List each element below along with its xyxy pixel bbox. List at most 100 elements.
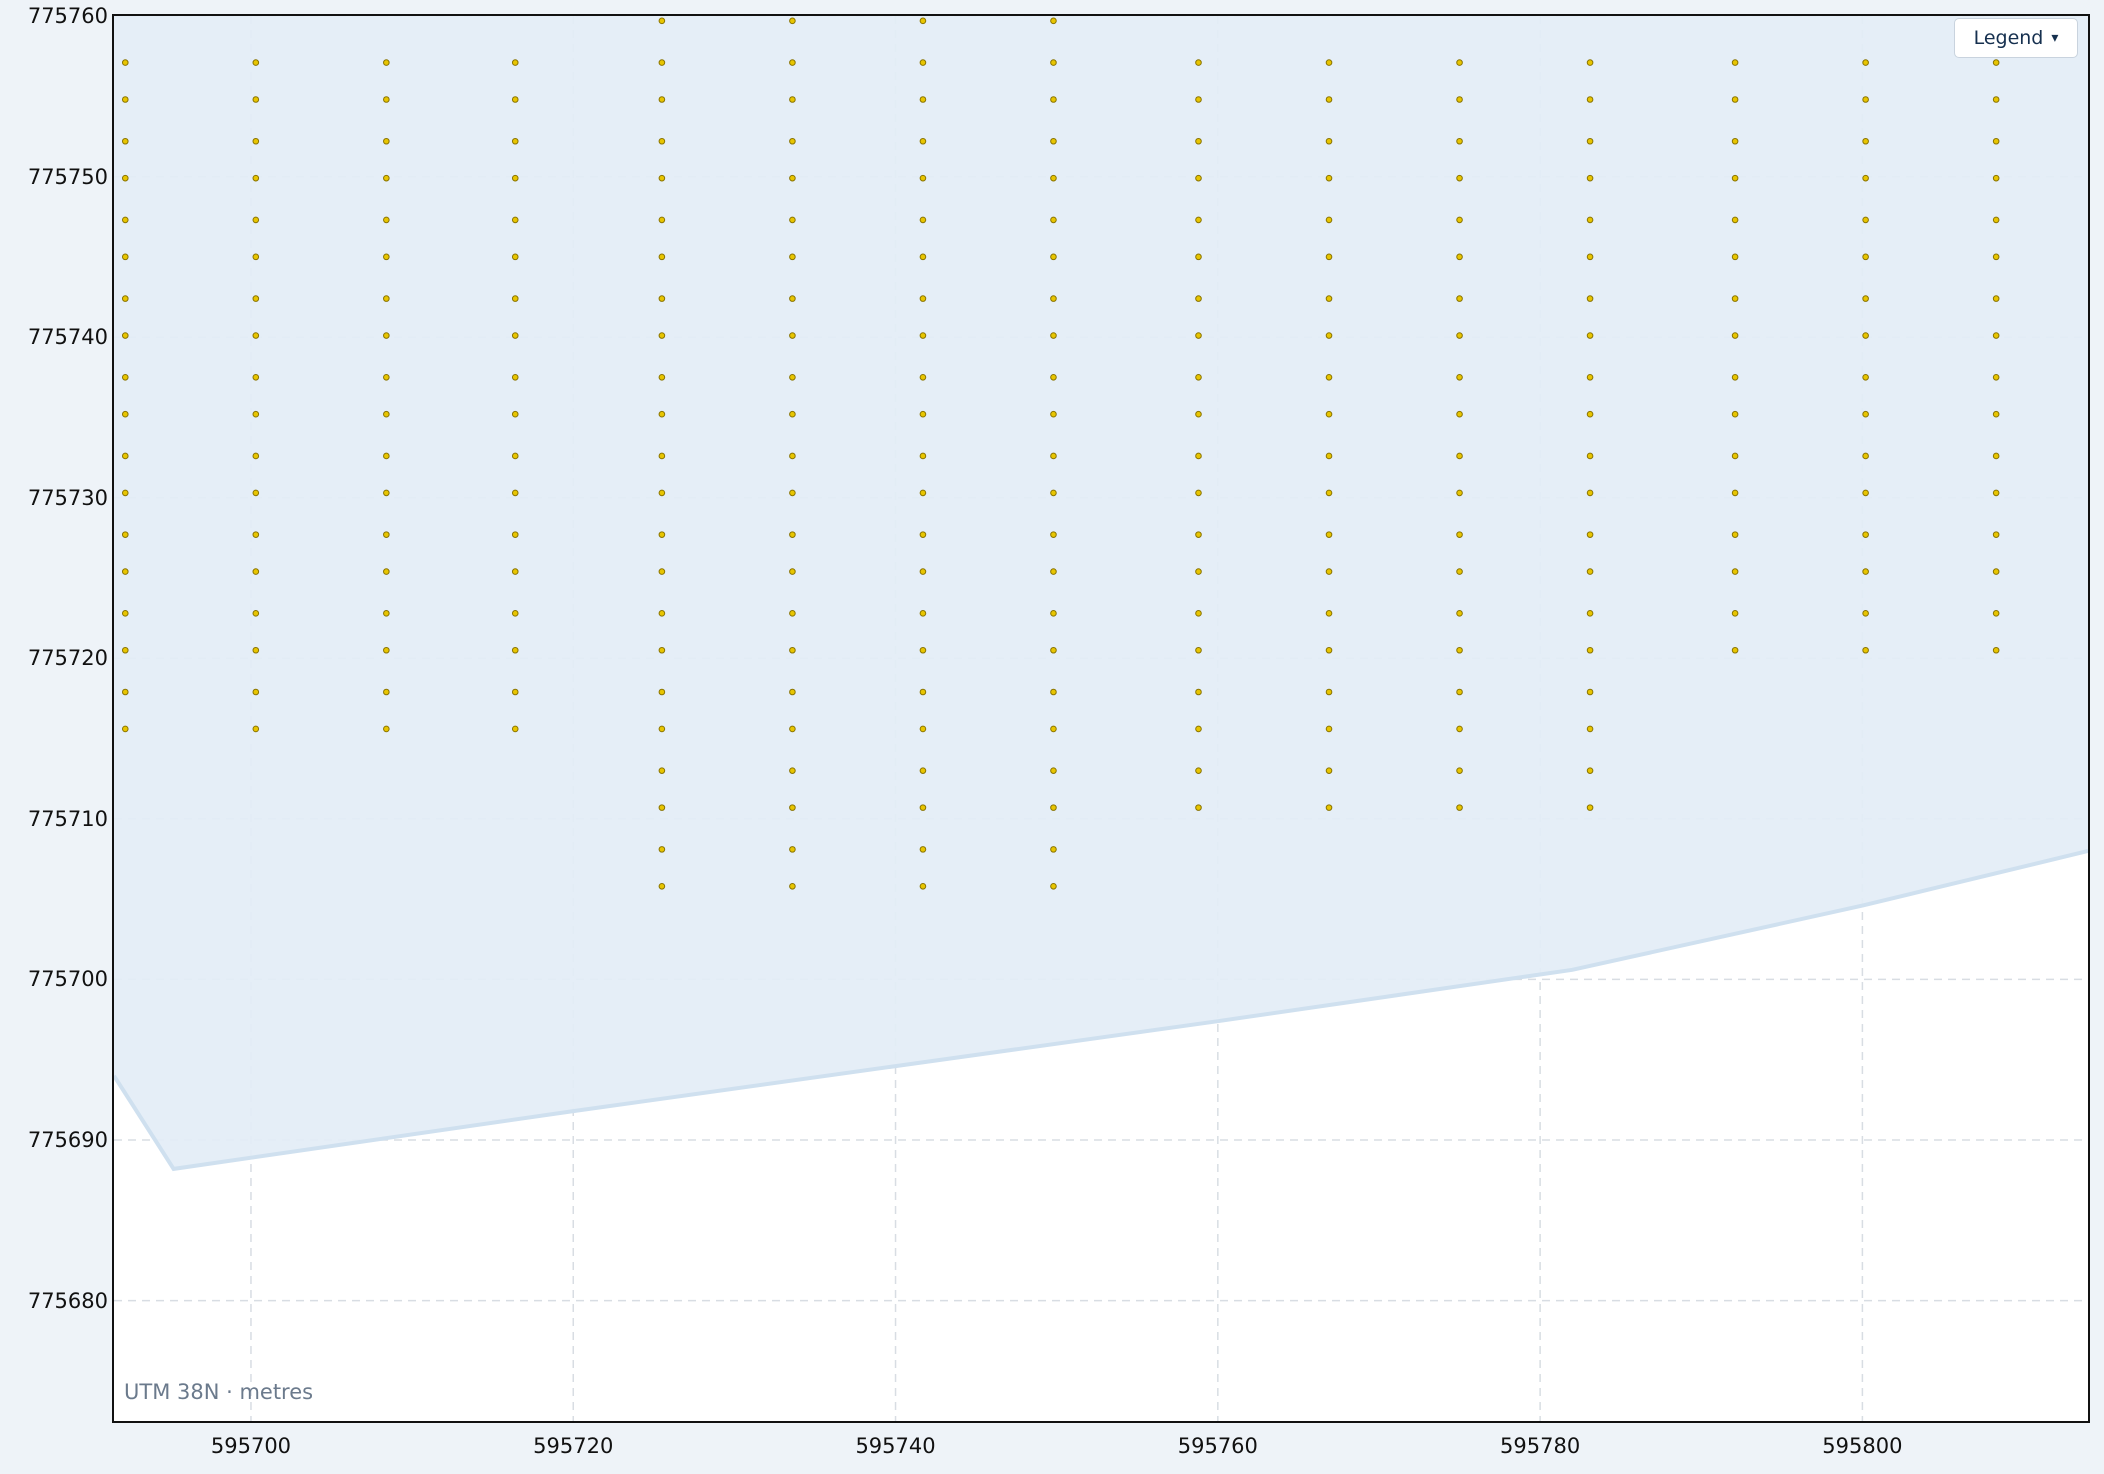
map-plot-area[interactable] <box>112 14 2090 1423</box>
sample-point <box>1992 610 2000 617</box>
sample-point <box>1050 725 1057 733</box>
sample-point <box>1992 531 2000 538</box>
sample-point <box>789 646 796 654</box>
sample-point <box>1992 59 2000 66</box>
x-tick-label: 595800 <box>1822 1434 1903 1458</box>
sample-point <box>919 531 927 538</box>
sample-point <box>121 295 129 302</box>
sample-point <box>1325 531 1333 538</box>
sample-point <box>1862 59 1869 66</box>
sample-point <box>1586 688 1594 696</box>
sample-point <box>121 646 129 654</box>
sample-point <box>121 216 129 224</box>
sample-point <box>121 332 129 339</box>
sample-point <box>1456 216 1463 224</box>
sample-point <box>658 253 666 261</box>
sample-point <box>1731 452 1739 460</box>
sample-point <box>383 568 390 575</box>
sample-point <box>658 59 666 66</box>
sample-point <box>789 59 796 66</box>
sample-point <box>252 96 260 103</box>
sample-point <box>1586 253 1594 261</box>
sample-point <box>658 531 666 538</box>
sample-point <box>1195 332 1202 339</box>
y-tick-label: 775700 <box>27 967 108 992</box>
legend-button[interactable]: Legend ▾ <box>1954 18 2078 58</box>
sample-point <box>1050 610 1057 617</box>
sample-point <box>511 216 519 224</box>
sample-point <box>658 646 666 654</box>
sample-point <box>383 725 390 733</box>
sample-point <box>252 568 260 575</box>
sample-point <box>789 725 796 733</box>
sample-point <box>1325 410 1333 418</box>
sample-point <box>1586 531 1594 538</box>
sample-point <box>1586 489 1594 497</box>
sample-point <box>383 137 390 145</box>
sample-point <box>1456 59 1463 66</box>
sample-point <box>1731 216 1739 224</box>
sample-point <box>511 59 519 66</box>
sample-point <box>1325 295 1333 302</box>
sample-point <box>1195 568 1202 575</box>
sample-point <box>1050 137 1057 145</box>
sample-point <box>252 59 260 66</box>
sample-point <box>383 216 390 224</box>
sample-point <box>1050 882 1057 890</box>
sample-point <box>1992 568 2000 575</box>
sample-point <box>252 646 260 654</box>
sample-point <box>789 568 796 575</box>
sample-point <box>1050 489 1057 497</box>
sample-point <box>919 646 927 654</box>
sample-point <box>1325 725 1333 733</box>
sample-point <box>919 804 927 811</box>
sample-point <box>511 174 519 182</box>
sample-point <box>1862 137 1869 145</box>
sample-point <box>1195 531 1202 538</box>
sample-point <box>658 96 666 103</box>
sample-point <box>1862 489 1869 497</box>
sample-point <box>1050 410 1057 418</box>
sample-point <box>1456 489 1463 497</box>
sample-point <box>1325 646 1333 654</box>
sample-point <box>1992 174 2000 182</box>
sample-point <box>1195 295 1202 302</box>
sample-point <box>919 174 927 182</box>
sample-point <box>1195 489 1202 497</box>
sample-point <box>1586 410 1594 418</box>
sample-point <box>919 59 927 66</box>
sample-point <box>1992 96 2000 103</box>
sample-point <box>658 137 666 145</box>
sample-point <box>1325 216 1333 224</box>
sample-point <box>919 568 927 575</box>
sample-point <box>1586 452 1594 460</box>
sample-point <box>919 410 927 418</box>
sample-point <box>252 295 260 302</box>
sample-point <box>121 725 129 733</box>
sample-point <box>1862 373 1869 381</box>
sample-point <box>1050 253 1057 261</box>
sample-point <box>789 610 796 617</box>
sample-point <box>383 452 390 460</box>
sample-point <box>1195 137 1202 145</box>
sample-point <box>1325 137 1333 145</box>
sample-point <box>1325 96 1333 103</box>
x-tick-label: 595780 <box>1500 1434 1581 1458</box>
survey-area-polygon <box>114 16 2088 1169</box>
sample-point <box>1586 568 1594 575</box>
sample-point <box>1731 137 1739 145</box>
sample-point <box>919 767 927 774</box>
sample-point <box>1731 646 1739 654</box>
sample-point <box>1050 688 1057 696</box>
caret-down-icon: ▾ <box>2051 30 2059 46</box>
sample-point <box>1992 295 2000 302</box>
sample-point <box>919 253 927 261</box>
sample-point <box>252 253 260 261</box>
sample-point <box>1050 646 1057 654</box>
sample-point <box>1731 174 1739 182</box>
sample-point <box>383 373 390 381</box>
sample-point <box>1325 59 1333 66</box>
sample-point <box>1586 59 1594 66</box>
sample-point <box>789 253 796 261</box>
map-canvas[interactable] <box>114 16 2088 1421</box>
